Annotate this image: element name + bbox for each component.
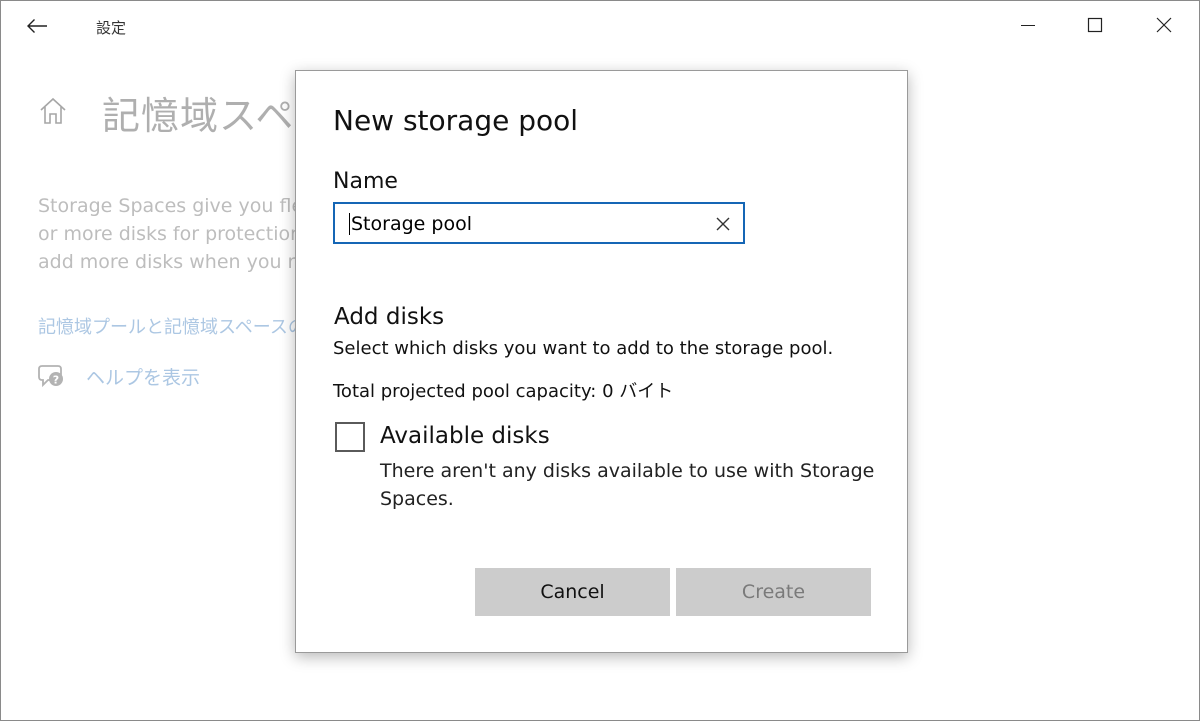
window-title: 設定 (96, 19, 127, 37)
maximize-button[interactable] (1072, 5, 1118, 45)
no-disks-message: There aren't any disks available to use … (380, 460, 875, 510)
add-disks-description: Select which disks you want to add to th… (333, 338, 834, 359)
name-value: Storage pool (351, 213, 472, 235)
name-label: Name (333, 169, 398, 194)
dialog-title: New storage pool (333, 104, 579, 137)
available-disks-checkbox[interactable] (335, 422, 365, 452)
create-button[interactable]: Create (676, 568, 871, 616)
name-input[interactable]: Storage pool (333, 202, 745, 244)
pool-capacity-text: Total projected pool capacity: 0 バイト (333, 381, 674, 402)
clear-icon (716, 217, 730, 231)
cancel-button[interactable]: Cancel (475, 568, 670, 616)
title-bar: 設定 (1, 1, 1199, 51)
add-disks-heading: Add disks (334, 304, 445, 330)
new-storage-pool-dialog: New storage pool Name Storage pool Add d… (295, 70, 908, 653)
close-icon (1156, 17, 1172, 33)
settings-window: 設定 記憶域スペ Storage Spaces give you flex or… (0, 0, 1200, 721)
text-caret (349, 213, 350, 235)
close-button[interactable] (1141, 5, 1187, 45)
maximize-icon (1087, 17, 1103, 33)
back-button[interactable] (15, 9, 59, 43)
minimize-icon (1021, 25, 1035, 26)
available-disks-label[interactable]: Available disks (380, 423, 550, 449)
minimize-button[interactable] (1005, 5, 1051, 45)
clear-input-button[interactable] (711, 212, 735, 236)
back-arrow-icon (27, 19, 47, 33)
